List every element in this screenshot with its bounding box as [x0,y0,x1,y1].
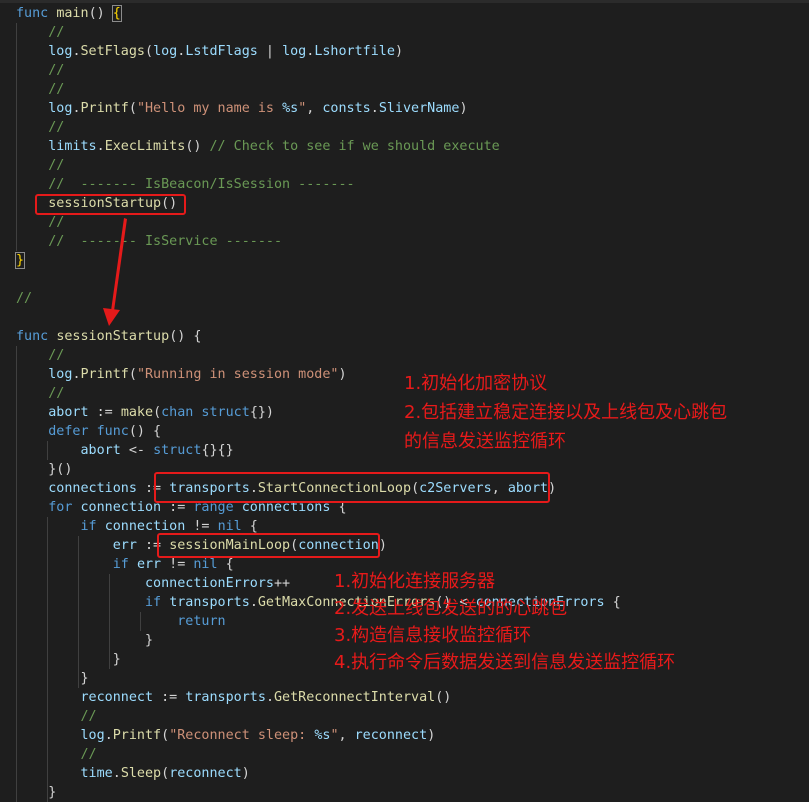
annotation-line: 1.初始化加密协议 [404,373,548,394]
annotation-line: 2.发送上线包发送的的心跳包 [334,598,568,619]
annotation-line: 1.初始化连接服务器 [334,571,496,592]
code-editor[interactable]: func main() { // log.SetFlags(log.LstdFl… [0,0,809,802]
annotation-line: 2.包括建立稳定连接以及上线包及心跳包 [404,402,728,423]
annotation-line: 的信息发送监控循环 [404,431,566,452]
annotation-line: 4.执行命令后数据发送到信息发送监控循环 [334,652,676,673]
annotation-line: 3.构造信息接收监控循环 [334,625,532,646]
